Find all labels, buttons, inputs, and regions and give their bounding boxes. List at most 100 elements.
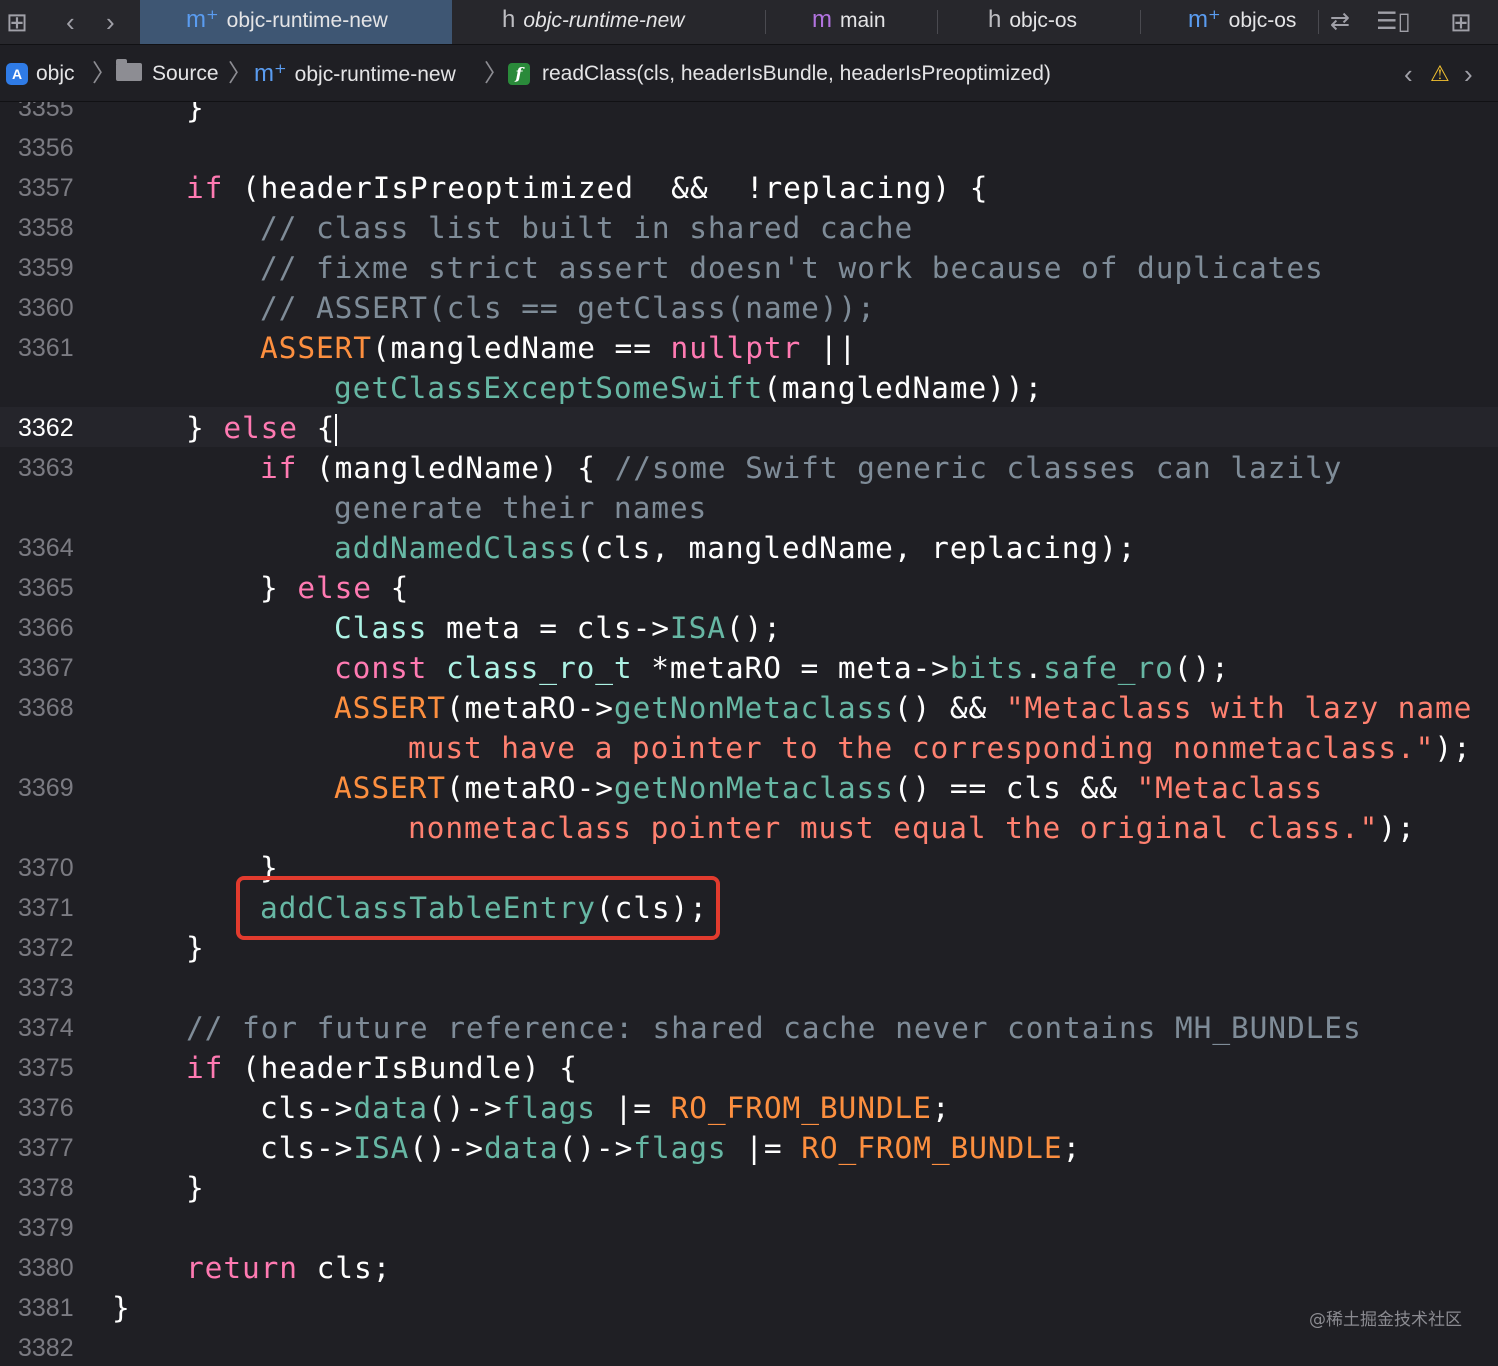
code-line: 3363 if (mangledName) { //some Swift gene… bbox=[0, 448, 1498, 488]
code-line: 3366 Class meta = cls->ISA(); bbox=[0, 608, 1498, 648]
line-number: 3355 bbox=[18, 102, 74, 122]
tab-objc-runtime-new-h[interactable]: h objc-runtime-new bbox=[490, 0, 770, 44]
code-line: 3374// for future reference: shared cach… bbox=[0, 1008, 1498, 1048]
source-editor[interactable]: 3355} 3356 3357 if (headerIsPreoptimized … bbox=[0, 102, 1498, 1366]
watermark: @稀土掘金技术社区 bbox=[1309, 1310, 1462, 1330]
tab-divider bbox=[765, 10, 766, 34]
function-icon: f bbox=[508, 63, 530, 86]
code-line-wrap: must have a pointer to the corresponding… bbox=[408, 731, 1472, 765]
code-line: 3357 if (headerIsPreoptimized && !replaci… bbox=[0, 168, 1498, 208]
code-line: 3370} bbox=[0, 848, 1498, 888]
line-number: 3363 bbox=[18, 454, 74, 482]
code-line-wrap: generate their names bbox=[334, 491, 708, 525]
folder-icon bbox=[116, 59, 142, 82]
tab-objc-os-mm[interactable]: m⁺ objc-os bbox=[1176, 0, 1316, 44]
line-number: 3374 bbox=[18, 1014, 74, 1042]
code-line: 3373 bbox=[0, 968, 1498, 1008]
swap-icon[interactable]: ⇄ bbox=[1330, 0, 1350, 44]
xcode-project-icon: A bbox=[6, 63, 28, 86]
header-file-icon: h bbox=[988, 6, 1002, 33]
line-number: 3358 bbox=[18, 214, 74, 242]
add-editor-icon[interactable]: ⊞ bbox=[1450, 0, 1472, 44]
tab-divider bbox=[937, 10, 938, 34]
editor-options-icon[interactable]: ☰▯ bbox=[1376, 0, 1411, 44]
line-number: 3366 bbox=[18, 614, 74, 642]
code-line: 3368 ASSERT(metaRO->getNonMetaclass() && … bbox=[0, 688, 1498, 728]
code-line: 3356 bbox=[0, 128, 1498, 168]
code-line: 3364 addNamedClass(cls, mangledName, repl… bbox=[0, 528, 1498, 568]
code-line: 3358// class list built in shared cache bbox=[0, 208, 1498, 248]
line-number: 3368 bbox=[18, 694, 74, 722]
objcpp-file-icon: m⁺ bbox=[186, 6, 219, 33]
line-number: 3367 bbox=[18, 654, 74, 682]
code-line: 3381} bbox=[0, 1288, 1498, 1328]
line-number: 3381 bbox=[18, 1294, 74, 1322]
breadcrumb-project[interactable]: Aobjc bbox=[6, 45, 75, 103]
line-number: 3378 bbox=[18, 1174, 74, 1202]
code-line: 3375 if (headerIsBundle) { bbox=[0, 1048, 1498, 1088]
chevron-right-icon: 〉 bbox=[92, 60, 116, 87]
text-cursor bbox=[335, 413, 338, 446]
line-number: 3369 bbox=[18, 774, 74, 802]
code-line: 3376 cls->data()->flags |= RO_FROM_BUNDLE… bbox=[0, 1088, 1498, 1128]
back-icon[interactable]: ‹ bbox=[66, 0, 75, 44]
breadcrumb-folder[interactable]: Source bbox=[116, 45, 219, 103]
objcpp-file-icon: m⁺ bbox=[254, 60, 287, 87]
next-issue-icon[interactable]: › bbox=[1464, 45, 1473, 103]
tab-bar: ⊞ ‹ › m⁺ objc-runtime-new h objc-runtime-n… bbox=[0, 0, 1498, 45]
code-line: 3371 addClassTableEntry(cls); bbox=[0, 888, 1498, 928]
objc-file-icon: m bbox=[812, 6, 832, 33]
code-line: 3372} bbox=[0, 928, 1498, 968]
line-number: 3364 bbox=[18, 534, 74, 562]
code-line: 3380 return cls; bbox=[0, 1248, 1498, 1288]
line-number: 3379 bbox=[18, 1214, 74, 1242]
header-file-icon: h bbox=[502, 6, 516, 33]
line-number: 3372 bbox=[18, 934, 74, 962]
code-line: 3378} bbox=[0, 1168, 1498, 1208]
code-line-wrap: getClassExceptSomeSwift(mangledName)); bbox=[334, 371, 1044, 405]
code-line: 3361 ASSERT(mangledName == nullptr || bbox=[0, 328, 1498, 368]
code-line: 3379 bbox=[0, 1208, 1498, 1248]
forward-icon[interactable]: › bbox=[106, 0, 115, 44]
code-line: 3359// fixme strict assert doesn't work … bbox=[0, 248, 1498, 288]
breadcrumb-file[interactable]: m⁺ objc-runtime-new bbox=[254, 45, 456, 104]
code-line: 3367 const class_ro_t *metaRO = meta->bit… bbox=[0, 648, 1498, 688]
line-number: 3375 bbox=[18, 1054, 74, 1082]
tab-divider bbox=[1140, 10, 1141, 34]
breadcrumb-function[interactable]: f readClass(cls, headerIsBundle, headerIs… bbox=[508, 45, 1051, 103]
line-number: 3361 bbox=[18, 334, 74, 362]
code-line-wrap: nonmetaclass pointer must equal the orig… bbox=[408, 811, 1416, 845]
line-number: 3357 bbox=[18, 174, 74, 202]
chevron-right-icon: 〉 bbox=[228, 60, 252, 87]
line-number: 3362 bbox=[18, 414, 74, 442]
chevron-right-icon: 〉 bbox=[484, 60, 508, 87]
tab-objc-runtime-new-mm[interactable]: m⁺ objc-runtime-new bbox=[140, 0, 452, 44]
jump-bar: Aobjc 〉 Source 〉 m⁺ objc-runtime-new 〉 fr… bbox=[0, 45, 1498, 102]
code-line: 3355} bbox=[0, 102, 1498, 128]
previous-issue-icon[interactable]: ‹ bbox=[1404, 45, 1413, 103]
code-line: 3365} else { bbox=[0, 568, 1498, 608]
tab-main[interactable]: m main bbox=[800, 0, 940, 44]
line-number: 3356 bbox=[18, 134, 74, 162]
tab-objc-os-h[interactable]: h objc-os bbox=[976, 0, 1136, 44]
code-line: 3369 ASSERT(metaRO->getNonMetaclass() == … bbox=[0, 768, 1498, 808]
line-number: 3377 bbox=[18, 1134, 74, 1162]
line-number: 3371 bbox=[18, 894, 74, 922]
annotation-highlight-box bbox=[236, 876, 720, 940]
line-number: 3376 bbox=[18, 1094, 74, 1122]
line-number: 3373 bbox=[18, 974, 74, 1002]
tab-divider bbox=[1318, 10, 1319, 34]
code-line: 3377 cls->ISA()->data()->flags |= RO_FROM… bbox=[0, 1128, 1498, 1168]
line-number: 3382 bbox=[18, 1334, 74, 1362]
line-number: 3360 bbox=[18, 294, 74, 322]
warning-icon[interactable]: ⚠ bbox=[1430, 45, 1450, 103]
line-number: 3380 bbox=[18, 1254, 74, 1282]
code-line: 3382 bbox=[0, 1328, 1498, 1366]
line-number: 3370 bbox=[18, 854, 74, 882]
line-number: 3365 bbox=[18, 574, 74, 602]
code-line: 3360// ASSERT(cls == getClass(name)); bbox=[0, 288, 1498, 328]
objcpp-file-icon: m⁺ bbox=[1188, 6, 1221, 33]
code-line-current: 3362} else { bbox=[0, 408, 1498, 448]
grid-icon[interactable]: ⊞ bbox=[6, 0, 28, 44]
line-number: 3359 bbox=[18, 254, 74, 282]
